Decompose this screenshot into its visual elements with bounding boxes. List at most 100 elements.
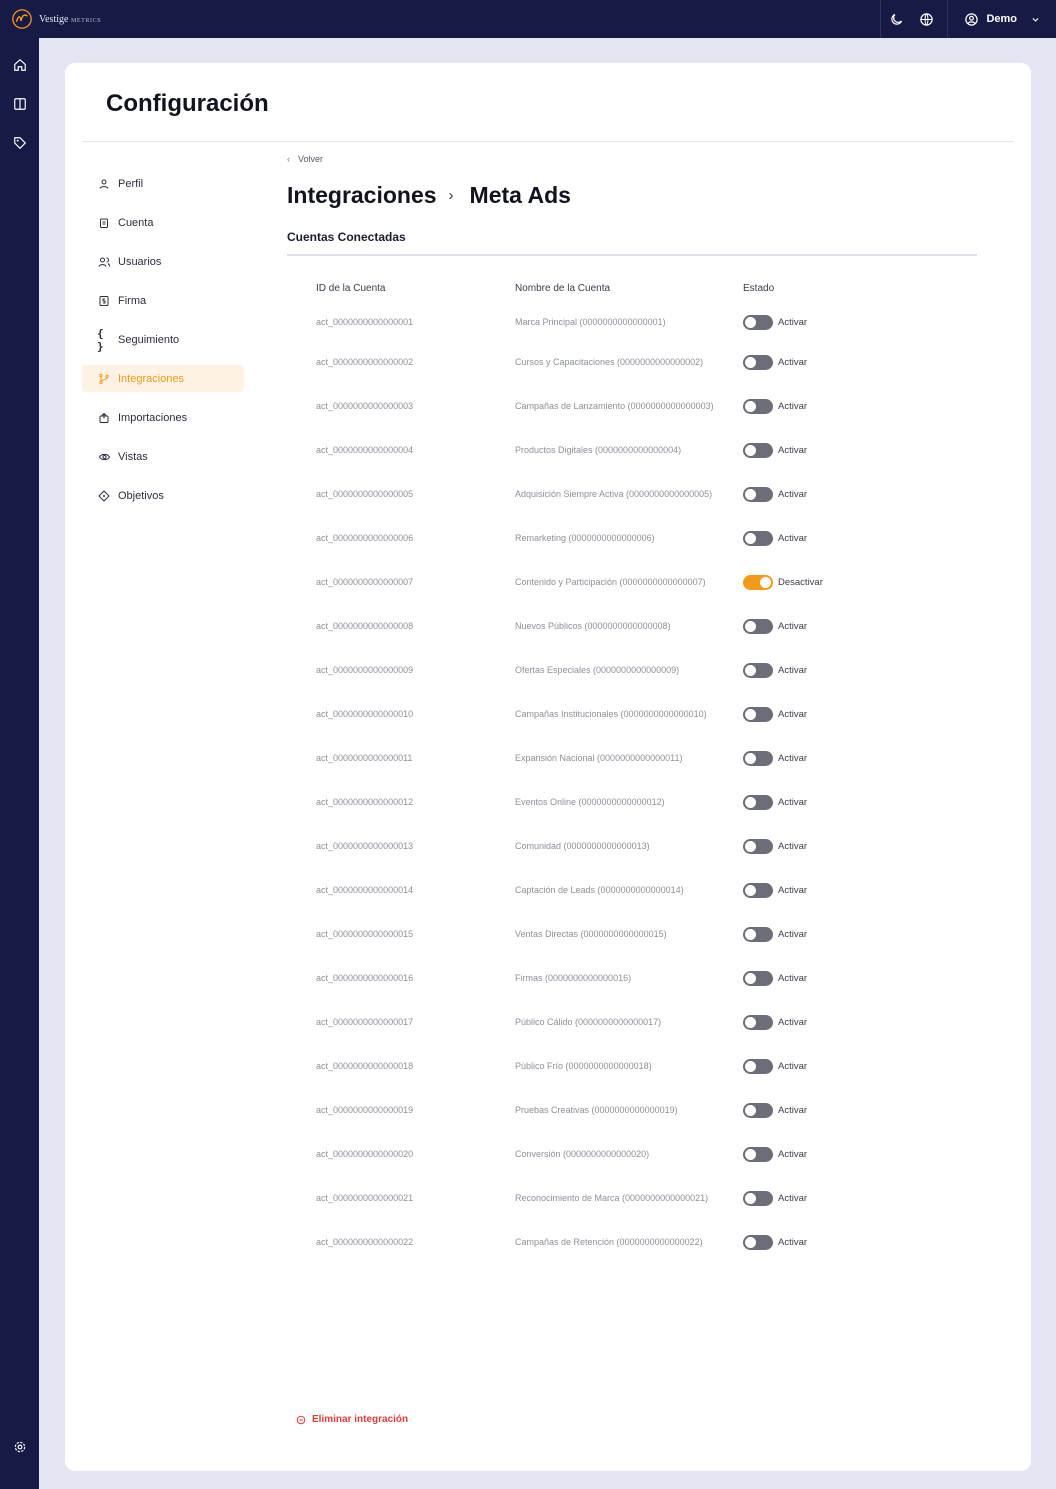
left-rail [0, 38, 39, 1489]
account-toggle[interactable] [743, 1102, 773, 1118]
nav-item-cuenta[interactable]: Cuenta [82, 209, 244, 236]
account-toggle[interactable] [743, 442, 773, 458]
account-id: act_0000000000000019 [316, 1105, 414, 1115]
toggle-label[interactable]: Activar [778, 709, 807, 720]
account-toggle[interactable] [743, 970, 773, 986]
toggle-label[interactable]: Activar [778, 357, 807, 368]
delete-integration-button[interactable]: Eliminar integración [296, 1414, 408, 1425]
nav-item-perfil[interactable]: Perfil [82, 170, 244, 197]
toggle-label[interactable]: Activar [778, 841, 807, 852]
account-toggle[interactable] [743, 618, 773, 634]
toggle-label[interactable]: Activar [778, 973, 807, 984]
nav-item-seguimiento[interactable]: { } Seguimiento [82, 326, 244, 353]
table-row: act_0000000000000006 Remarketing (0000000… [287, 516, 979, 560]
account-toggle[interactable] [743, 1146, 773, 1162]
nav-item-label: Firma [118, 294, 147, 307]
toggle-knob [760, 576, 771, 588]
toggle-label[interactable]: Activar [778, 445, 807, 456]
tag-icon[interactable] [11, 134, 28, 151]
theme-toggle-button[interactable] [881, 0, 911, 38]
table-row: act_0000000000000011 Expansión Nacional (… [287, 736, 979, 780]
account-toggle[interactable] [743, 1014, 773, 1030]
account-name: Cursos y Capacitaciones (000000000000000… [515, 357, 704, 367]
toggle-label[interactable]: Activar [778, 317, 807, 328]
account-toggle[interactable] [743, 926, 773, 942]
divider [287, 254, 977, 256]
toggle-label[interactable]: Activar [778, 1105, 807, 1116]
toggle-label[interactable]: Activar [778, 401, 807, 412]
account-name: Productos Digitales (0000000000000004) [515, 445, 682, 455]
users-icon [97, 255, 111, 269]
account-toggle[interactable] [743, 662, 773, 678]
account-toggle[interactable] [743, 314, 773, 330]
account-toggle[interactable] [743, 574, 773, 590]
column-header-name: Nombre de la Cuenta [515, 282, 611, 294]
account-toggle[interactable] [743, 706, 773, 722]
nav-item-vistas[interactable]: Vistas [82, 443, 244, 470]
toggle-knob [745, 532, 756, 544]
home-icon[interactable] [11, 56, 28, 73]
account-name: Ventas Directas (0000000000000015) [515, 929, 667, 939]
toggle-label[interactable]: Activar [778, 1061, 807, 1072]
toggle-label[interactable]: Activar [778, 753, 807, 764]
account-toggle[interactable] [743, 794, 773, 810]
breadcrumb-parent[interactable]: Integraciones [287, 182, 437, 209]
toggle-label[interactable]: Activar [778, 1017, 807, 1028]
toggle-knob [745, 708, 756, 720]
nav-item-firma[interactable]: Firma [82, 287, 244, 314]
account-id: act_0000000000000017 [316, 1017, 414, 1027]
logo-mark-icon [12, 9, 32, 29]
toggle-label[interactable]: Activar [778, 797, 807, 808]
nav-item-objetivos[interactable]: Objetivos [82, 482, 244, 509]
account-toggle[interactable] [743, 750, 773, 766]
toggle-label[interactable]: Activar [778, 533, 807, 544]
account-toggle[interactable] [743, 398, 773, 414]
toggle-label[interactable]: Activar [778, 1149, 807, 1160]
account-state: Activar [743, 1146, 807, 1162]
top-bar: Vestige METRICS Demo [0, 0, 1056, 38]
panel-icon[interactable] [11, 95, 28, 112]
nav-item-importaciones[interactable]: Importaciones [82, 404, 244, 431]
toggle-label[interactable]: Activar [778, 1237, 807, 1248]
toggle-label[interactable]: Desactivar [778, 577, 823, 588]
section-title: Cuentas Conectadas [287, 230, 406, 244]
toggle-label[interactable]: Activar [778, 665, 807, 676]
account-toggle[interactable] [743, 1190, 773, 1206]
toggle-label[interactable]: Activar [778, 489, 807, 500]
toggle-knob [745, 444, 756, 456]
toggle-label[interactable]: Activar [778, 621, 807, 632]
toggle-knob [745, 972, 756, 984]
nav-item-label: Seguimiento [118, 333, 180, 346]
back-link[interactable]: ‹ Volver [287, 151, 979, 167]
account-state: Activar [743, 706, 807, 722]
table-row: act_0000000000000016 Firmas (000000000000… [287, 956, 979, 1000]
account-toggle[interactable] [743, 882, 773, 898]
account-state: Activar [743, 354, 807, 370]
toggle-knob [745, 664, 756, 676]
toggle-label[interactable]: Activar [778, 885, 807, 896]
nav-item-usuarios[interactable]: Usuarios [82, 248, 244, 275]
account-toggle[interactable] [743, 486, 773, 502]
toggle-label[interactable]: Activar [778, 1193, 807, 1204]
account-state: Activar [743, 838, 807, 854]
account-toggle[interactable] [743, 1058, 773, 1074]
chevron-left-icon: ‹ [287, 154, 290, 164]
toggle-knob [745, 316, 756, 328]
table-body: act_0000000000000001 Marca Principal (000… [287, 304, 979, 1264]
gear-icon[interactable] [11, 1438, 28, 1455]
account-toggle[interactable] [743, 838, 773, 854]
toggle-knob [745, 928, 756, 940]
table-row: act_0000000000000003 Campañas de Lanzamie… [287, 384, 979, 428]
toggle-knob [745, 1148, 756, 1160]
account-toggle[interactable] [743, 530, 773, 546]
toggle-knob [745, 356, 756, 368]
table-row: act_0000000000000014 Captación de Leads (… [287, 868, 979, 912]
nav-item-integraciones[interactable]: Integraciones [82, 365, 244, 392]
toggle-label[interactable]: Activar [778, 929, 807, 940]
brand-logo[interactable]: Vestige METRICS [11, 8, 101, 30]
account-state: Activar [743, 750, 807, 766]
user-menu-button[interactable]: Demo [948, 12, 1056, 27]
account-toggle[interactable] [743, 1234, 773, 1250]
language-button[interactable] [911, 0, 941, 38]
account-toggle[interactable] [743, 354, 773, 370]
